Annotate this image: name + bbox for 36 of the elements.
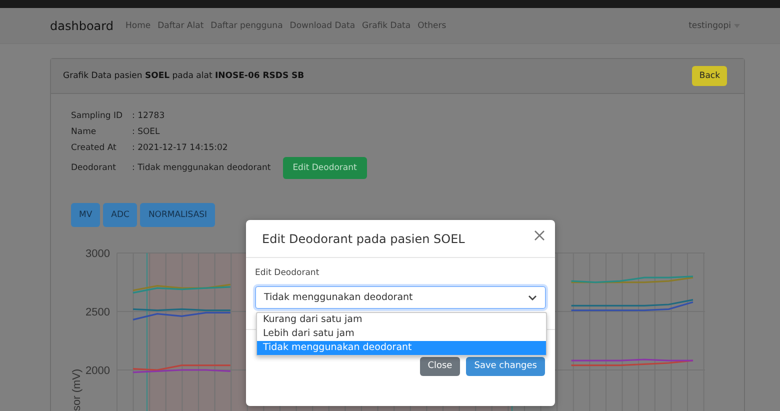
modal-title: Edit Deodorant pada pasien SOEL xyxy=(262,232,465,246)
close-button[interactable] xyxy=(534,230,545,241)
info-label: Deodorant xyxy=(71,163,117,173)
info-label: Name xyxy=(71,127,98,137)
y-tick-label: 3000 xyxy=(86,248,110,260)
info-label: Created At xyxy=(71,143,118,153)
dropdown-option[interactable]: Lebih dari satu jam xyxy=(257,327,546,341)
save-button[interactable]: Save changes xyxy=(466,357,545,376)
dropdown-option[interactable]: Kurang dari satu jam xyxy=(257,313,546,327)
nav-link[interactable]: Download Data xyxy=(290,20,356,30)
close-button[interactable]: Close xyxy=(420,357,460,376)
y-tick-label: 2500 xyxy=(86,306,110,318)
info-value: : Tidak menggunakan deodorant xyxy=(132,163,271,173)
nav-link[interactable]: Grafik Data xyxy=(362,20,411,30)
y-axis-label: sor (mV) xyxy=(71,368,83,411)
info-value: : SOEL xyxy=(132,127,160,137)
select-field[interactable]: Tidak menggunakan deodorant xyxy=(255,286,546,309)
info-value: : 2021-12-17 14:15:02 xyxy=(132,143,228,153)
field-label: Edit Deodorant xyxy=(255,268,320,278)
chevron-icon xyxy=(528,294,537,300)
card-title: Grafik Data pasien SOEL pada alat INOSE-06 RSDS SB xyxy=(63,71,304,81)
y-tick-label: 2000 xyxy=(86,365,110,377)
nav-link[interactable]: Daftar Alat xyxy=(158,20,204,30)
edit-button[interactable]: Edit Deodorant xyxy=(282,157,367,179)
back-button[interactable]: Back xyxy=(692,66,727,86)
mode-button[interactable]: ADC xyxy=(103,203,138,227)
nav-link[interactable]: Home xyxy=(125,20,151,30)
mode-button[interactable]: MV xyxy=(71,203,100,227)
brand-link[interactable]: dashboard xyxy=(50,18,114,32)
nav-link[interactable]: Daftar pengguna xyxy=(210,20,283,30)
user-menu[interactable]: testingopi xyxy=(688,20,740,30)
dropdown-option[interactable]: Tidak menggunakan deodorant xyxy=(257,341,546,355)
info-value: : 12783 xyxy=(132,111,165,121)
mode-button[interactable]: NORMALISASI xyxy=(140,203,216,227)
info-label: Sampling ID xyxy=(71,111,124,121)
nav-link[interactable]: Others xyxy=(418,20,446,30)
